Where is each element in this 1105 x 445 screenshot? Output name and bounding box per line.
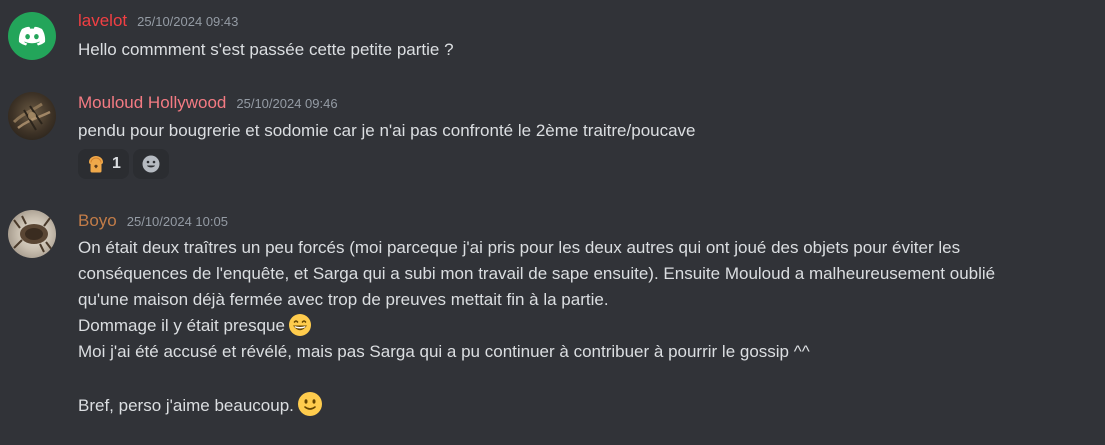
username[interactable]: Mouloud Hollywood — [78, 93, 226, 113]
timestamp[interactable]: 25/10/2024 10:05 — [127, 214, 228, 229]
message-header: Boyo 25/10/2024 10:05 — [78, 211, 228, 233]
chat-message-list: lavelot 25/10/2024 09:43 Hello commment … — [0, 0, 1105, 445]
timestamp[interactable]: 25/10/2024 09:46 — [236, 96, 337, 111]
slight-smile-emoji-icon[interactable] — [297, 391, 323, 425]
username[interactable]: lavelot — [78, 11, 127, 31]
message-content: Hello commment s'est passée cette petite… — [78, 37, 1098, 63]
message-content: pendu pour bougrerie et sodomie car je n… — [78, 118, 1098, 144]
message-line: conséquences de l'enquête, et Sarga qui … — [78, 264, 996, 283]
message-line — [78, 365, 1098, 391]
message-line: pendu pour bougrerie et sodomie car je n… — [78, 121, 696, 140]
message-line: Hello commment s'est passée cette petite… — [78, 40, 454, 59]
add-reaction-button[interactable] — [132, 149, 169, 179]
message-line: Moi j'ai été accusé et révélé, mais pas … — [78, 342, 810, 361]
add-reaction-icon — [141, 154, 161, 174]
reactions-bar: 1 — [78, 149, 169, 179]
message-header: lavelot 25/10/2024 09:43 — [78, 11, 238, 33]
message-line-text: Dommage il y était presque — [78, 316, 285, 335]
timestamp[interactable]: 25/10/2024 09:43 — [137, 14, 238, 29]
bread-emoji-icon — [86, 154, 106, 174]
reaction-count: 1 — [112, 155, 121, 172]
message-line-with-emoji: Bref, perso j'aime beaucoup. — [78, 391, 1098, 417]
user-avatar[interactable] — [8, 92, 56, 140]
username[interactable]: Boyo — [78, 211, 117, 231]
message-line: On était deux traîtres un peu forcés (mo… — [78, 238, 961, 257]
message: lavelot 25/10/2024 09:43 Hello commment … — [0, 0, 1105, 80]
message: Boyo 25/10/2024 10:05 On était deux traî… — [0, 192, 1105, 445]
message-line-with-emoji: Dommage il y était presque — [78, 313, 1098, 339]
message-content: On était deux traîtres un peu forcés (mo… — [78, 235, 1098, 417]
message-header: Mouloud Hollywood 25/10/2024 09:46 — [78, 93, 338, 115]
reaction-button[interactable]: 1 — [78, 149, 129, 179]
message: Mouloud Hollywood 25/10/2024 09:46 pendu… — [0, 80, 1105, 192]
user-avatar[interactable] — [8, 210, 56, 258]
message-line-text: Bref, perso j'aime beaucoup. — [78, 396, 294, 415]
message-line: qu'une maison déjà fermée avec trop de p… — [78, 290, 609, 309]
discord-logo-icon[interactable] — [8, 12, 56, 60]
